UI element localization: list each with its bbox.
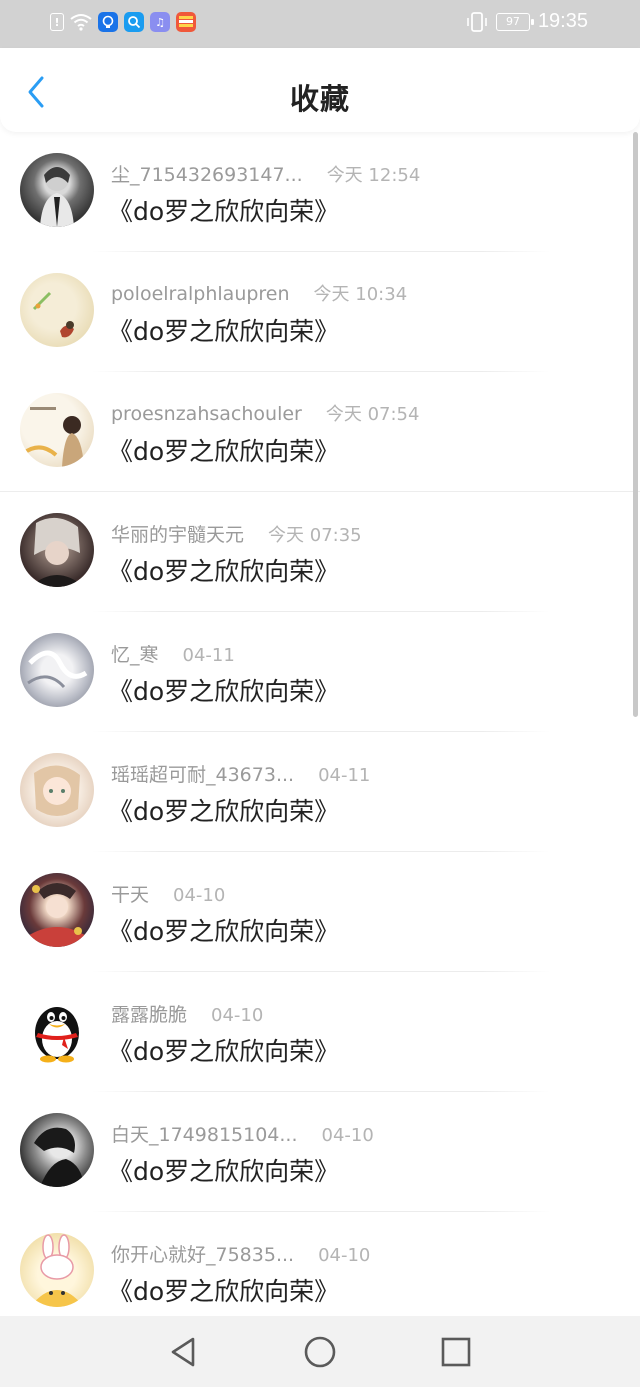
timestamp: 04-11 [318, 765, 371, 786]
search-app-icon [124, 12, 144, 32]
avatar[interactable] [20, 273, 94, 347]
item-meta: proesnzahsachouler 今天 07:54 [111, 400, 419, 426]
list-item[interactable]: 你开心就好_75835... 04-10 《do罗之欣欣向荣》 [0, 1212, 640, 1316]
list-item[interactable]: 干天 04-10 《do罗之欣欣向荣》 [0, 852, 640, 972]
favorite-title[interactable]: 《do罗之欣欣向荣》 [108, 792, 339, 828]
item-meta: 忆_寒 04-11 [111, 640, 235, 667]
timestamp: 今天 07:54 [325, 404, 420, 425]
avatar[interactable] [20, 1233, 94, 1307]
favorite-title[interactable]: 《do罗之欣欣向荣》 [108, 312, 339, 348]
avatar[interactable] [20, 393, 94, 467]
timestamp: 04-10 [173, 885, 226, 906]
username[interactable]: 干天 [111, 880, 149, 907]
battery-indicator: 97 [495, 12, 534, 31]
list-item[interactable]: 尘_715432693147... 今天 12:54 《do罗之欣欣向荣》 [0, 132, 640, 252]
header: 收藏 [0, 48, 640, 132]
timestamp: 今天 12:54 [326, 165, 421, 186]
username[interactable]: 你开心就好_75835... [111, 1240, 294, 1267]
item-meta: 你开心就好_75835... 04-10 [111, 1240, 370, 1267]
timestamp: 04-11 [182, 645, 235, 666]
timestamp: 今天 07:35 [268, 525, 362, 546]
app-icon-blue [98, 12, 118, 32]
recents-square-icon[interactable] [438, 1334, 474, 1370]
avatar[interactable] [20, 873, 94, 947]
wifi-icon [70, 12, 92, 32]
timestamp: 今天 10:34 [313, 284, 408, 305]
status-bar: ! ♫ 97 19:35 [0, 0, 640, 48]
favorite-title[interactable]: 《do罗之欣欣向荣》 [108, 192, 339, 228]
item-meta: poloelralphlaupren 今天 10:34 [111, 280, 407, 306]
list-item[interactable]: poloelralphlaupren 今天 10:34 《do罗之欣欣向荣》 [0, 252, 640, 372]
username[interactable]: 忆_寒 [111, 640, 159, 667]
favorite-title[interactable]: 《do罗之欣欣向荣》 [108, 432, 339, 468]
favorite-title[interactable]: 《do罗之欣欣向荣》 [108, 1152, 339, 1188]
item-meta: 尘_715432693147... 今天 12:54 [111, 160, 420, 187]
timestamp: 04-10 [211, 1005, 264, 1026]
item-meta: 露露脆脆 04-10 [111, 1000, 263, 1027]
username[interactable]: 瑶瑶超可耐_43673... [111, 760, 294, 787]
item-meta: 瑶瑶超可耐_43673... 04-11 [111, 760, 370, 787]
favorites-list: 尘_715432693147... 今天 12:54 《do罗之欣欣向荣》 po… [0, 132, 640, 1316]
timestamp: 04-10 [318, 1245, 371, 1266]
avatar[interactable] [20, 753, 94, 827]
list-item[interactable]: proesnzahsachouler 今天 07:54 《do罗之欣欣向荣》 [0, 372, 640, 492]
home-circle-icon[interactable] [302, 1334, 338, 1370]
list-item[interactable]: 瑶瑶超可耐_43673... 04-11 《do罗之欣欣向荣》 [0, 732, 640, 852]
favorite-title[interactable]: 《do罗之欣欣向荣》 [108, 912, 339, 948]
gallery-app-icon [176, 12, 196, 32]
avatar[interactable] [20, 153, 94, 227]
username[interactable]: poloelralphlaupren [111, 283, 290, 305]
notification-icon: ! [50, 13, 64, 31]
avatar[interactable] [20, 513, 94, 587]
username[interactable]: 白天_1749815104... [111, 1120, 298, 1147]
avatar[interactable] [20, 633, 94, 707]
status-icons-left: ! ♫ [50, 12, 196, 32]
music-app-icon: ♫ [150, 12, 170, 32]
item-meta: 干天 04-10 [111, 880, 225, 907]
page-title: 收藏 [289, 82, 350, 116]
avatar[interactable] [20, 1113, 94, 1187]
status-time: 19:35 [537, 10, 588, 32]
navigation-bar [0, 1316, 640, 1387]
item-meta: 白天_1749815104... 04-10 [111, 1120, 374, 1147]
username[interactable]: proesnzahsachouler [111, 403, 302, 425]
vibrate-icon [467, 11, 487, 32]
list-item[interactable]: 忆_寒 04-11 《do罗之欣欣向荣》 [0, 612, 640, 732]
favorite-title[interactable]: 《do罗之欣欣向荣》 [108, 1032, 339, 1068]
username[interactable]: 露露脆脆 [111, 1000, 187, 1027]
avatar[interactable] [20, 993, 94, 1067]
timestamp: 04-10 [321, 1125, 374, 1146]
favorite-title[interactable]: 《do罗之欣欣向荣》 [108, 672, 339, 708]
list-item[interactable]: 白天_1749815104... 04-10 《do罗之欣欣向荣》 [0, 1092, 640, 1212]
username[interactable]: 华丽的宇髓天元 [111, 520, 244, 547]
list-item[interactable]: 华丽的宇髓天元 今天 07:35 《do罗之欣欣向荣》 [0, 492, 640, 612]
list-item[interactable]: 露露脆脆 04-10 《do罗之欣欣向荣》 [0, 972, 640, 1092]
scrollbar[interactable] [633, 132, 638, 717]
favorite-title[interactable]: 《do罗之欣欣向荣》 [108, 1272, 339, 1308]
item-meta: 华丽的宇髓天元 今天 07:35 [111, 520, 362, 547]
status-icons-right: 97 19:35 [466, 10, 588, 33]
penguin-icon [35, 1007, 79, 1063]
username[interactable]: 尘_715432693147... [111, 160, 303, 187]
back-triangle-icon[interactable] [166, 1334, 202, 1370]
favorite-title[interactable]: 《do罗之欣欣向荣》 [108, 552, 339, 588]
